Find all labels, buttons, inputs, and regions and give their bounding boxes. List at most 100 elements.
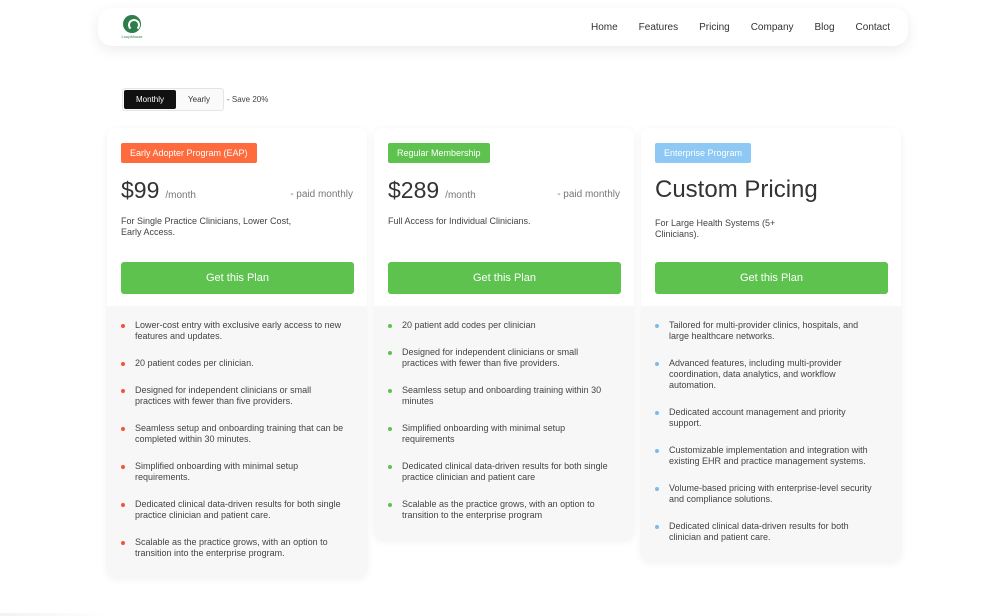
feature-text: 20 patient add codes per clinician xyxy=(402,320,536,330)
plan-price: $289 xyxy=(388,177,440,203)
get-plan-button[interactable]: Get this Plan xyxy=(121,262,354,294)
plan-card-header: Early Adopter Program (EAP) $99 /month -… xyxy=(107,128,367,306)
logo-text: LoopMouse xyxy=(121,34,143,39)
nav-contact[interactable]: Contact xyxy=(856,22,890,33)
nav-features[interactable]: Features xyxy=(639,22,678,33)
plan-badge: Regular Membership xyxy=(388,143,490,163)
feature-item: Seamless setup and onboarding training t… xyxy=(121,423,353,445)
bullet-icon xyxy=(388,427,392,431)
bullet-icon xyxy=(121,503,125,507)
plan-card-enterprise: Enterprise Program Custom Pricing For La… xyxy=(641,128,901,561)
plan-description: For Large Health Systems (5+ Clinicians)… xyxy=(655,218,776,239)
nav-links: Home Features Pricing Company Blog Conta… xyxy=(570,22,890,33)
bullet-icon xyxy=(655,525,659,529)
feature-text: Scalable as the practice grows, with an … xyxy=(135,537,328,558)
plan-price: $99 xyxy=(121,177,160,203)
bullet-icon xyxy=(121,389,125,393)
price-row: $99 /month - paid monthly xyxy=(121,177,353,204)
billing-note: - paid monthly xyxy=(290,189,353,200)
feature-item: Advanced features, including multi-provi… xyxy=(655,358,887,391)
save-note: - Save 20% xyxy=(226,95,269,104)
billing-note: - paid monthly xyxy=(557,189,620,200)
feature-text: Simplified onboarding with minimal setup… xyxy=(402,423,566,444)
feature-item: Simplified onboarding with minimal setup… xyxy=(388,423,620,445)
feature-item: Designed for independent clinicians or s… xyxy=(388,347,620,369)
feature-item: Scalable as the practice grows, with an … xyxy=(388,499,620,521)
feature-text: Volume-based pricing with enterprise-lev… xyxy=(669,483,872,504)
bullet-icon xyxy=(121,427,125,431)
feature-text: Dedicated clinical data-driven results f… xyxy=(669,521,849,542)
feature-item: Scalable as the practice grows, with an … xyxy=(121,537,353,559)
price-period: /month xyxy=(445,190,476,201)
plan-price: Custom Pricing xyxy=(655,176,818,203)
feature-item: Dedicated clinical data-driven results f… xyxy=(388,461,620,483)
bullet-icon xyxy=(655,324,659,328)
feature-item: Customizable implementation and integrat… xyxy=(655,445,887,467)
nav-blog[interactable]: Blog xyxy=(815,22,835,33)
plan-card-header: Enterprise Program Custom Pricing For La… xyxy=(641,128,901,306)
feature-item: Tailored for multi-provider clinics, hos… xyxy=(655,320,887,342)
bullet-icon xyxy=(655,362,659,366)
plan-badge: Early Adopter Program (EAP) xyxy=(121,143,257,163)
get-plan-button[interactable]: Get this Plan xyxy=(388,262,621,294)
nav-home[interactable]: Home xyxy=(591,22,618,33)
plan-badge: Enterprise Program xyxy=(655,143,752,163)
feature-text: Lower-cost entry with exclusive early ac… xyxy=(135,320,342,341)
bullet-icon xyxy=(121,324,125,328)
feature-item: Volume-based pricing with enterprise-lev… xyxy=(655,483,887,505)
feature-item: Dedicated clinical data-driven results f… xyxy=(655,521,887,543)
feature-item: 20 patient add codes per clinician xyxy=(388,320,620,331)
price-period: /month xyxy=(165,190,196,201)
feature-item: 20 patient codes per clinician. xyxy=(121,358,353,369)
plan-card-regular: Regular Membership $289 /month - paid mo… xyxy=(374,128,634,539)
nav-company[interactable]: Company xyxy=(751,22,794,33)
bullet-icon xyxy=(388,503,392,507)
feature-list: 20 patient add codes per clinician Desig… xyxy=(374,306,634,539)
nav-pricing[interactable]: Pricing xyxy=(699,22,730,33)
feature-text: Dedicated clinical data-driven results f… xyxy=(135,499,341,520)
feature-text: Seamless setup and onboarding training t… xyxy=(135,423,344,444)
price-row: $289 /month - paid monthly xyxy=(388,177,620,204)
feature-item: Seamless setup and onboarding training w… xyxy=(388,385,620,407)
feature-text: Simplified onboarding with minimal setup… xyxy=(135,461,299,482)
bullet-icon xyxy=(121,465,125,469)
feature-text: Advanced features, including multi-provi… xyxy=(669,358,842,390)
bullet-icon xyxy=(655,487,659,491)
feature-text: Designed for independent clinicians or s… xyxy=(402,347,579,368)
plan-card-header: Regular Membership $289 /month - paid mo… xyxy=(374,128,634,306)
billing-toggle-row: Monthly Yearly - Save 20% xyxy=(122,88,268,111)
feature-item: Dedicated account management and priorit… xyxy=(655,407,887,429)
feature-list: Tailored for multi-provider clinics, hos… xyxy=(641,306,901,561)
bullet-icon xyxy=(121,362,125,366)
plan-description: For Single Practice Clinicians, Lower Co… xyxy=(121,216,292,237)
monthly-toggle[interactable]: Monthly xyxy=(124,90,177,109)
bullet-icon xyxy=(388,324,392,328)
feature-item: Designed for independent clinicians or s… xyxy=(121,385,353,407)
plan-card-eap: Early Adopter Program (EAP) $99 /month -… xyxy=(107,128,367,577)
feature-text: Seamless setup and onboarding training w… xyxy=(402,385,602,406)
logo-icon xyxy=(123,15,141,33)
feature-item: Simplified onboarding with minimal setup… xyxy=(121,461,353,483)
get-plan-button[interactable]: Get this Plan xyxy=(655,262,888,294)
bullet-icon xyxy=(388,351,392,355)
billing-toggle: Monthly Yearly xyxy=(122,88,224,111)
bullet-icon xyxy=(655,411,659,415)
feature-text: Designed for independent clinicians or s… xyxy=(135,385,312,406)
logo[interactable]: LoopMouse xyxy=(116,15,148,39)
feature-text: Dedicated clinical data-driven results f… xyxy=(402,461,608,482)
feature-text: Customizable implementation and integrat… xyxy=(669,445,868,466)
feature-text: 20 patient codes per clinician. xyxy=(135,358,254,368)
feature-text: Tailored for multi-provider clinics, hos… xyxy=(669,320,859,341)
navbar: LoopMouse Home Features Pricing Company … xyxy=(98,8,908,46)
feature-list: Lower-cost entry with exclusive early ac… xyxy=(107,306,367,577)
feature-item: Dedicated clinical data-driven results f… xyxy=(121,499,353,521)
bullet-icon xyxy=(388,389,392,393)
plan-description: Full Access for Individual Clinicians. xyxy=(388,216,531,226)
feature-item: Lower-cost entry with exclusive early ac… xyxy=(121,320,353,342)
feature-text: Dedicated account management and priorit… xyxy=(669,407,846,428)
yearly-toggle[interactable]: Yearly xyxy=(176,90,222,109)
bullet-icon xyxy=(655,449,659,453)
bullet-icon xyxy=(121,541,125,545)
bullet-icon xyxy=(388,465,392,469)
feature-text: Scalable as the practice grows, with an … xyxy=(402,499,595,520)
